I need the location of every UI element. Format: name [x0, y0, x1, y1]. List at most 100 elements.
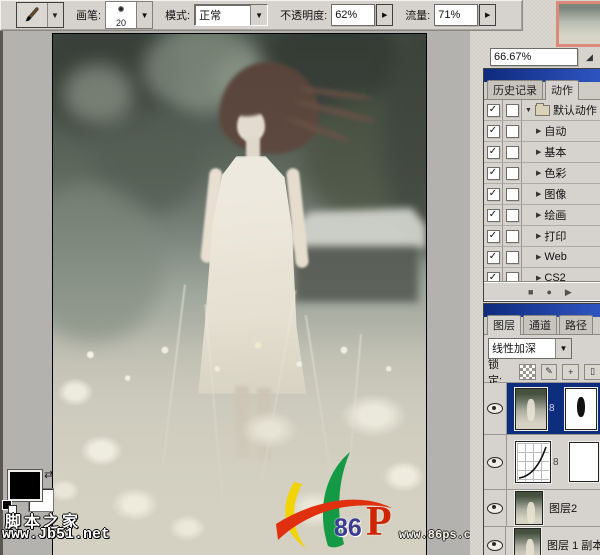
brush-size: 20 — [106, 18, 136, 28]
dropdown-arrow-icon[interactable]: ▼ — [250, 5, 267, 25]
action-checkbox[interactable]: ✓ — [487, 209, 500, 222]
expand-closed-icon[interactable]: ▶ — [536, 148, 541, 156]
expand-open-icon[interactable]: ▼ — [525, 107, 532, 114]
dialog-toggle-checkbox[interactable] — [506, 125, 519, 138]
brush-picker-arrow-icon[interactable]: ▼ — [136, 1, 153, 29]
layer-row[interactable]: 图层2 — [484, 490, 600, 527]
action-checkbox[interactable]: ✓ — [487, 146, 500, 159]
play-icon[interactable]: ▶ — [565, 287, 572, 298]
lock-paint-icon[interactable]: ✎ — [541, 364, 558, 380]
expand-closed-icon[interactable]: ▶ — [536, 127, 541, 135]
action-set-label: 色彩 — [544, 165, 566, 181]
visibility-cell[interactable] — [484, 435, 507, 489]
watermark-site-url: www.Jb51.net — [2, 526, 110, 543]
action-set-row[interactable]: ✓ ▶ 基本 — [484, 142, 600, 163]
action-set-row[interactable]: ✓ ▶ 色彩 — [484, 163, 600, 184]
action-set-row[interactable]: ✓ ▶ Web — [484, 247, 600, 268]
layer-row-selected[interactable]: 8 — [484, 383, 600, 435]
dialog-toggle-checkbox[interactable] — [506, 251, 519, 264]
blend-mode-select[interactable]: 正常 ▼ — [194, 4, 268, 26]
layer-thumbnail[interactable] — [515, 388, 547, 430]
layer-mask-thumbnail[interactable] — [569, 442, 599, 482]
action-set-row[interactable]: ✓ ▶ 自动 — [484, 121, 600, 142]
layer-row-curves[interactable]: 8 — [484, 435, 600, 490]
layers-list: 8 8 图层2 — [484, 383, 600, 555]
expand-closed-icon[interactable]: ▶ — [536, 253, 541, 261]
mask-link-icon[interactable]: 8 — [553, 457, 559, 468]
zoom-level-input[interactable]: 66.67% — [490, 48, 578, 66]
opacity-label: 不透明度: — [280, 7, 327, 23]
expand-closed-icon[interactable]: ▶ — [536, 190, 541, 198]
action-checkbox[interactable]: ✓ — [487, 230, 500, 243]
layers-panel-tabs: 图层 通道 路径 — [484, 317, 600, 335]
curves-adjustment-thumbnail[interactable] — [515, 441, 551, 483]
brush-preset-preview[interactable]: 20 — [105, 1, 136, 29]
action-set-row[interactable]: ✓ ▶ 打印 — [484, 226, 600, 247]
action-set-label: 基本 — [544, 144, 566, 160]
layer-row[interactable]: 图层 1 副本 — [484, 527, 600, 555]
layer-mask-thumbnail[interactable] — [565, 388, 597, 430]
swap-colors-icon[interactable]: ⇄ — [44, 468, 53, 481]
brush-tool-button[interactable]: ▼ — [16, 2, 64, 28]
dropdown-arrow-icon[interactable]: ▼ — [555, 339, 571, 358]
actions-panel-tabs: 历史记录 动作 — [484, 82, 600, 100]
navigator-thumbnail[interactable] — [556, 1, 600, 47]
opacity-slider-arrow-icon[interactable]: ▶ — [376, 4, 393, 26]
logo-letter: P — [366, 498, 392, 546]
watermark-logo-url: www.86ps.com — [399, 528, 470, 542]
layer-thumbnail[interactable] — [515, 491, 543, 525]
visibility-cell[interactable] — [484, 490, 507, 526]
tab-channels[interactable]: 通道 — [523, 315, 557, 334]
lock-transparency-icon[interactable] — [519, 364, 536, 380]
dialog-toggle-checkbox[interactable] — [506, 104, 519, 117]
zoom-out-icon[interactable]: ◢ — [586, 52, 593, 63]
stop-icon[interactable]: ■ — [528, 287, 533, 297]
photo-document[interactable]: 86 P — [52, 33, 427, 555]
opacity-value: 62% — [335, 9, 357, 21]
action-set-row[interactable]: ✓ ▶ 图像 — [484, 184, 600, 205]
flow-slider-arrow-icon[interactable]: ▶ — [479, 4, 496, 26]
canvas-area: 86 P ⇄ 脚本之家 www.Jb51.net www.86ps.com — [0, 30, 470, 555]
lock-row: 锁定: ✎ + ▯ — [484, 361, 600, 383]
layer-name: 图层2 — [549, 500, 577, 516]
eye-icon — [487, 503, 503, 514]
record-icon[interactable]: ● — [546, 287, 551, 297]
expand-closed-icon[interactable]: ▶ — [536, 232, 541, 240]
action-checkbox[interactable]: ✓ — [487, 167, 500, 180]
layer-thumbnail[interactable] — [514, 528, 541, 555]
lock-all-icon[interactable]: ▯ — [584, 364, 600, 380]
dialog-toggle-checkbox[interactable] — [506, 188, 519, 201]
actions-list: ✓ ▼ 默认动作 ✓ ▶ 自动 ✓ ▶ 基本 ✓ — [484, 100, 600, 283]
expand-closed-icon[interactable]: ▶ — [536, 274, 541, 282]
lock-position-icon[interactable]: + — [562, 364, 579, 380]
layer-name: 图层 1 副本 — [547, 537, 600, 553]
tool-preset-arrow-icon[interactable]: ▼ — [48, 3, 62, 27]
mask-link-icon[interactable]: 8 — [549, 403, 555, 414]
brush-tool-icon — [17, 3, 48, 27]
action-set-label: 图像 — [544, 186, 566, 202]
dialog-toggle-checkbox[interactable] — [506, 230, 519, 243]
expand-closed-icon[interactable]: ▶ — [536, 211, 541, 219]
dialog-toggle-checkbox[interactable] — [506, 209, 519, 222]
flow-value: 71% — [438, 9, 460, 21]
tab-paths[interactable]: 路径 — [559, 315, 593, 334]
opacity-input[interactable]: 62% — [331, 4, 375, 26]
action-checkbox[interactable]: ✓ — [487, 188, 500, 201]
action-set-row[interactable]: ✓ ▼ 默认动作 — [484, 100, 600, 121]
action-checkbox[interactable]: ✓ — [487, 125, 500, 138]
tab-actions[interactable]: 动作 — [545, 80, 579, 100]
tab-layers[interactable]: 图层 — [487, 315, 521, 335]
action-checkbox[interactable]: ✓ — [487, 251, 500, 264]
expand-closed-icon[interactable]: ▶ — [536, 169, 541, 177]
action-set-row[interactable]: ✓ ▶ 绘画 — [484, 205, 600, 226]
dialog-toggle-checkbox[interactable] — [506, 167, 519, 180]
action-set-row[interactable]: ✓ ▶ CS2 — [484, 268, 600, 283]
tab-history[interactable]: 历史记录 — [487, 80, 543, 99]
visibility-cell[interactable] — [484, 527, 506, 555]
actions-button-bar: ■ ● ▶ — [484, 282, 600, 301]
dialog-toggle-checkbox[interactable] — [506, 146, 519, 159]
flow-input[interactable]: 71% — [434, 4, 478, 26]
visibility-cell[interactable] — [484, 383, 507, 434]
action-checkbox[interactable]: ✓ — [487, 104, 500, 117]
foreground-color-swatch[interactable] — [8, 470, 42, 501]
